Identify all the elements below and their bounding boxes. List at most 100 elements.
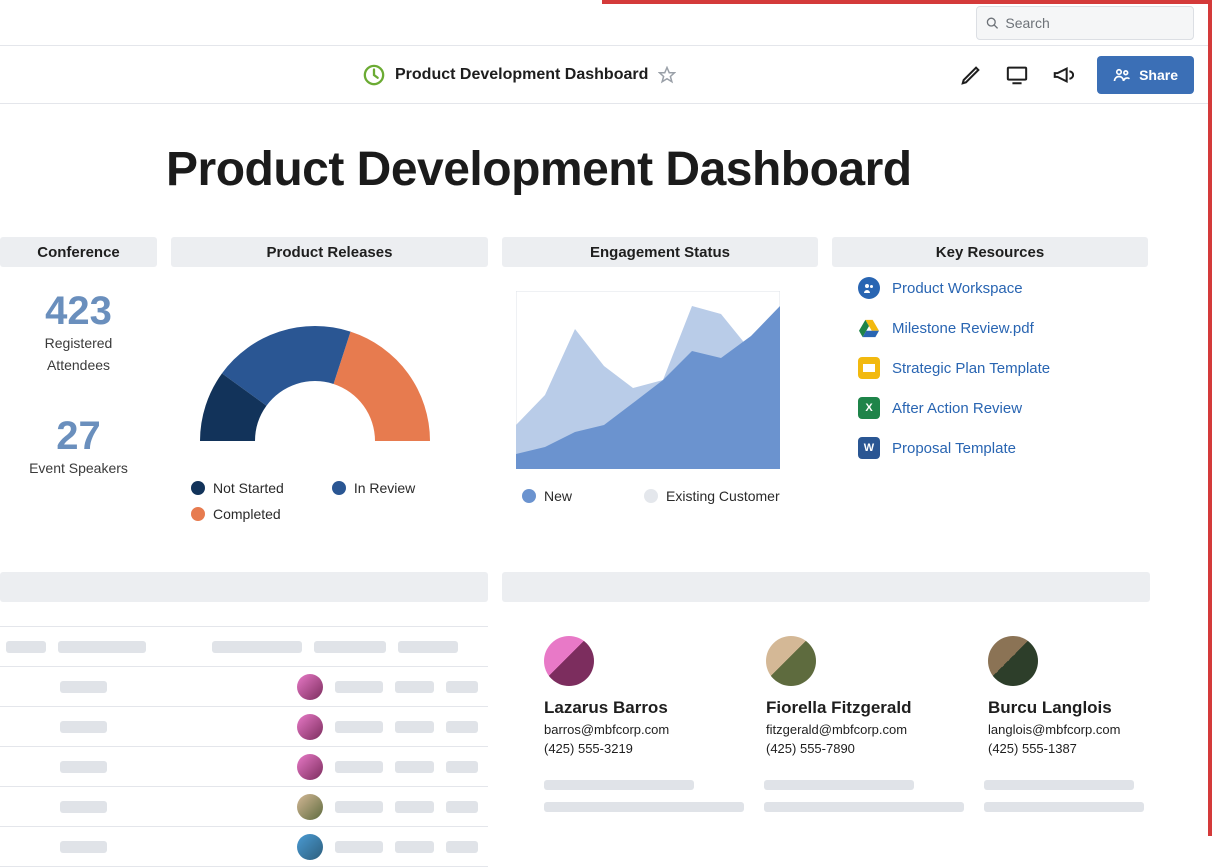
legend-label: Existing Customer <box>666 488 780 504</box>
highlight-border-top <box>602 0 1212 4</box>
table-row[interactable] <box>0 667 488 707</box>
row-avatar <box>297 834 323 860</box>
workspace-icon <box>858 277 880 299</box>
row-avatar <box>297 754 323 780</box>
stat-speakers-label: Event Speakers <box>14 460 143 478</box>
card-header-engagement: Engagement Status <box>502 237 818 267</box>
legend-label: Not Started <box>213 480 284 496</box>
global-search[interactable] <box>976 6 1194 40</box>
resource-label: Product Workspace <box>892 280 1023 297</box>
table-skeleton <box>0 626 488 867</box>
present-button[interactable] <box>1005 63 1029 87</box>
resource-label: After Action Review <box>892 400 1022 417</box>
contact-email: barros@mbfcorp.com <box>544 722 706 737</box>
share-label: Share <box>1139 67 1178 83</box>
bottom-row: Lazarus Barros barros@mbfcorp.com (425) … <box>0 572 1212 867</box>
dashboard-icon <box>363 64 385 86</box>
page-title: Product Development Dashboard <box>395 66 648 84</box>
legend-dot <box>644 489 658 503</box>
donut-chart <box>185 291 445 461</box>
monitor-icon <box>1005 64 1029 86</box>
contact-phone: (425) 555-3219 <box>544 741 706 756</box>
resource-list: Product Workspace Milestone Review.pdf S… <box>832 267 1148 459</box>
table-row[interactable] <box>0 747 488 787</box>
resource-excel[interactable]: X After Action Review <box>858 397 1122 419</box>
global-topbar <box>0 0 1212 46</box>
card-header-releases: Product Releases <box>171 237 488 267</box>
legend-label: Completed <box>213 506 281 522</box>
stat-attendees-label2: Attendees <box>14 357 143 375</box>
table-row[interactable] <box>0 707 488 747</box>
edit-button[interactable] <box>959 63 983 87</box>
engagement-legend: New Existing Customer <box>516 488 804 504</box>
megaphone-icon <box>1052 64 1074 86</box>
avatar <box>766 636 816 686</box>
contacts-row: Lazarus Barros barros@mbfcorp.com (425) … <box>544 636 1150 756</box>
card-resources: Key Resources Product Workspace Mileston… <box>832 237 1148 532</box>
avatar <box>988 636 1038 686</box>
announce-button[interactable] <box>1051 63 1075 87</box>
resource-workspace[interactable]: Product Workspace <box>858 277 1122 299</box>
contact-email: langlois@mbfcorp.com <box>988 722 1150 737</box>
skeleton-lines <box>544 802 1150 812</box>
area-chart <box>516 291 780 469</box>
bottom-left-panel <box>0 572 488 867</box>
legend-dot <box>332 481 346 495</box>
stat-attendees-value: 423 <box>14 291 143 331</box>
panel-header-right <box>502 572 1150 602</box>
avatar <box>544 636 594 686</box>
row-avatar <box>297 794 323 820</box>
table-row[interactable] <box>0 787 488 827</box>
resource-slides[interactable]: Strategic Plan Template <box>858 357 1122 379</box>
resource-label: Proposal Template <box>892 440 1016 457</box>
stat-attendees-label1: Registered <box>14 335 143 353</box>
card-header-conference: Conference <box>0 237 157 267</box>
search-icon <box>985 15 999 31</box>
star-icon[interactable] <box>658 66 676 84</box>
table-header-row <box>0 627 488 667</box>
table-row[interactable] <box>0 827 488 867</box>
resource-label: Strategic Plan Template <box>892 360 1050 377</box>
releases-legend: Not Started In Review Completed <box>185 480 474 522</box>
contact-name: Burcu Langlois <box>988 698 1150 718</box>
contact-phone: (425) 555-1387 <box>988 741 1150 756</box>
pencil-icon <box>960 64 982 86</box>
skeleton-lines <box>544 780 1150 790</box>
card-engagement: Engagement Status New Existing Customer <box>502 237 818 532</box>
panel-header-left <box>0 572 488 602</box>
resource-drive[interactable]: Milestone Review.pdf <box>858 317 1122 339</box>
share-button[interactable]: Share <box>1097 56 1194 94</box>
contact-phone: (425) 555-7890 <box>766 741 928 756</box>
legend-label: New <box>544 488 572 504</box>
slides-icon <box>858 357 880 379</box>
search-input[interactable] <box>1005 15 1185 31</box>
word-icon: W <box>858 437 880 459</box>
row-avatar <box>297 714 323 740</box>
page-titlebar: Product Development Dashboard Share <box>0 46 1212 104</box>
legend-dot <box>191 481 205 495</box>
title-center: Product Development Dashboard <box>363 64 676 86</box>
stat-speakers-value: 27 <box>14 416 143 456</box>
legend-dot <box>191 507 205 521</box>
contact-name: Fiorella Fitzgerald <box>766 698 928 718</box>
contact-name: Lazarus Barros <box>544 698 706 718</box>
people-icon <box>1113 66 1131 84</box>
card-header-resources: Key Resources <box>832 237 1148 267</box>
contact-card[interactable]: Lazarus Barros barros@mbfcorp.com (425) … <box>544 636 706 756</box>
card-conference: Conference 423 Registered Attendees 27 E… <box>0 237 157 532</box>
contact-email: fitzgerald@mbfcorp.com <box>766 722 928 737</box>
page-heading: Product Development Dashboard <box>166 142 1212 197</box>
bottom-right-panel: Lazarus Barros barros@mbfcorp.com (425) … <box>502 572 1150 867</box>
contact-card[interactable]: Burcu Langlois langlois@mbfcorp.com (425… <box>988 636 1150 756</box>
resource-label: Milestone Review.pdf <box>892 320 1034 337</box>
card-releases: Product Releases Not Started In Review C… <box>171 237 488 532</box>
legend-label: In Review <box>354 480 415 496</box>
legend-dot <box>522 489 536 503</box>
cards-row: Conference 423 Registered Attendees 27 E… <box>0 237 1212 532</box>
title-actions: Share <box>959 56 1194 94</box>
row-avatar <box>297 674 323 700</box>
highlight-border-right <box>1208 0 1212 836</box>
excel-icon: X <box>858 397 880 419</box>
contact-card[interactable]: Fiorella Fitzgerald fitzgerald@mbfcorp.c… <box>766 636 928 756</box>
resource-word[interactable]: W Proposal Template <box>858 437 1122 459</box>
